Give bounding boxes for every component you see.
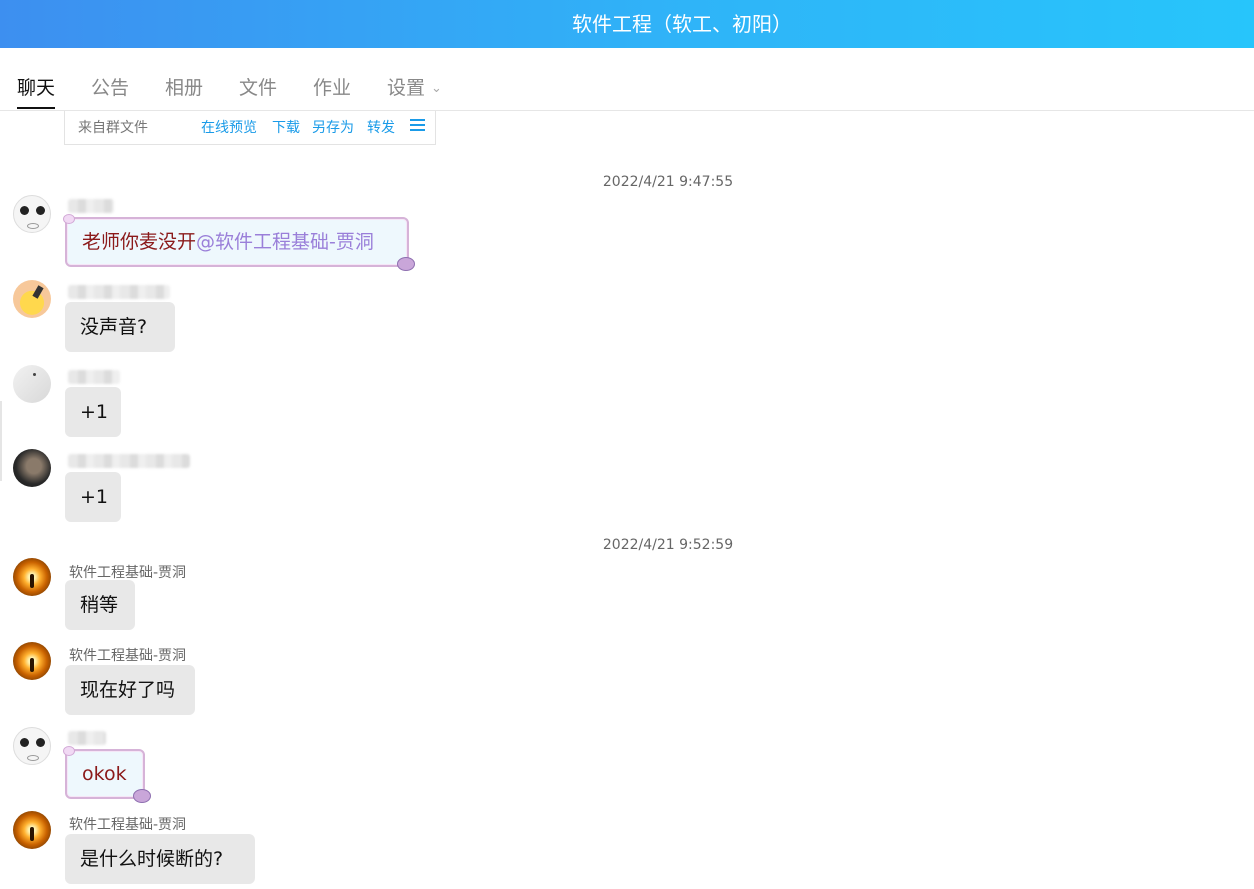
timestamp: 2022/4/21 9:47:55 — [602, 174, 734, 190]
message-text: 老师你麦没开 — [82, 231, 197, 253]
file-source-label: 来自群文件 — [78, 120, 148, 136]
window-title: 软件工程（软工、初阳） — [572, 12, 792, 36]
message-bubble[interactable]: 稍等 — [65, 580, 135, 630]
message-bubble[interactable]: +1 — [65, 472, 121, 522]
message-text: +1 — [80, 401, 109, 423]
bubble-decoration — [63, 214, 75, 224]
sender-name: 软件工程基础-贾洞 — [69, 817, 187, 833]
tab-homework[interactable]: 作业 — [313, 73, 351, 109]
preview-online-link[interactable]: 在线预览 — [201, 117, 257, 137]
tab-settings[interactable]: 设置 ⌄ — [387, 73, 442, 109]
sender-name-blurred — [68, 370, 120, 384]
sender-name: 软件工程基础-贾洞 — [69, 648, 187, 664]
avatar[interactable] — [13, 811, 51, 849]
message-bubble[interactable]: +1 — [65, 387, 121, 437]
chevron-down-icon: ⌄ — [431, 81, 442, 96]
message-text: 没声音? — [80, 316, 148, 338]
message-text: 现在好了吗 — [80, 679, 176, 701]
timestamp: 2022/4/21 9:52:59 — [602, 537, 734, 553]
avatar[interactable] — [13, 558, 51, 596]
avatar[interactable] — [13, 727, 51, 765]
sender-name-blurred — [68, 199, 114, 213]
sender-name-blurred — [68, 731, 106, 745]
download-link[interactable]: 下载 — [272, 117, 300, 137]
avatar[interactable] — [13, 195, 51, 233]
tab-settings-label: 设置 — [387, 77, 426, 99]
message-text: okok — [82, 763, 127, 785]
avatar[interactable] — [13, 365, 51, 403]
sender-name-blurred — [68, 285, 170, 299]
message-bubble[interactable]: 没声音? — [65, 302, 175, 352]
tab-album[interactable]: 相册 — [165, 73, 203, 109]
chat-area[interactable]: 来自群文件 在线预览 下载 另存为 转发 2022/4/21 9:47:55 老… — [0, 111, 1254, 889]
hamburger-icon[interactable] — [410, 119, 425, 132]
forward-link[interactable]: 转发 — [367, 117, 395, 137]
message-bubble[interactable]: 是什么时候断的? — [65, 834, 255, 884]
avatar[interactable] — [13, 280, 51, 318]
mention-link[interactable]: @软件工程基础-贾洞 — [196, 231, 374, 253]
title-bar: 软件工程（软工、初阳） — [0, 0, 1254, 48]
tab-announcements[interactable]: 公告 — [91, 73, 129, 109]
message-bubble[interactable]: okok — [63, 746, 151, 803]
avatar[interactable] — [13, 642, 51, 680]
message-bubble[interactable]: 现在好了吗 — [65, 665, 195, 715]
message-bubble[interactable]: 老师你麦没开@软件工程基础-贾洞 — [63, 214, 415, 271]
sender-name: 软件工程基础-贾洞 — [69, 565, 187, 581]
file-card: 来自群文件 在线预览 下载 另存为 转发 — [64, 111, 436, 145]
scroll-edge — [0, 401, 2, 481]
tab-chat[interactable]: 聊天 — [17, 73, 56, 109]
message-text: +1 — [80, 486, 109, 508]
message-text: 是什么时候断的? — [80, 848, 224, 870]
bubble-decoration — [397, 257, 415, 271]
bubble-decoration — [133, 789, 151, 803]
tab-files[interactable]: 文件 — [239, 73, 277, 109]
save-as-link[interactable]: 另存为 — [312, 117, 354, 137]
sender-name-blurred — [68, 454, 190, 468]
message-text: 稍等 — [80, 594, 119, 616]
avatar[interactable] — [13, 449, 51, 487]
tab-bar: 聊天 公告 相册 文件 作业 设置 ⌄ — [0, 48, 1254, 111]
bubble-decoration — [63, 746, 75, 756]
